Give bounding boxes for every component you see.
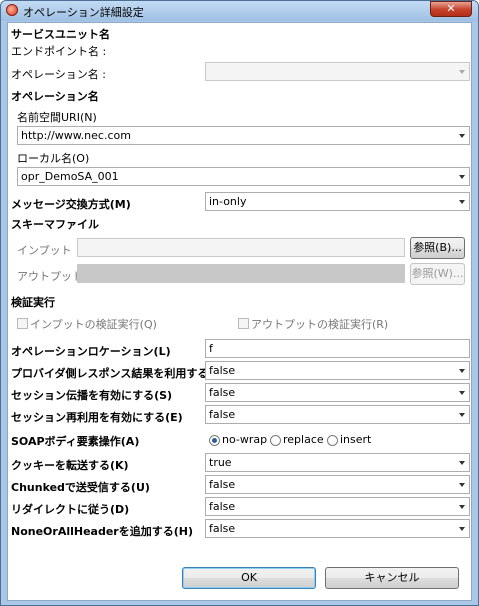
local-name-value: opr_DemoSA_001 [21,170,119,183]
session-propagation-label: セッション伝播を有効にする(S) [11,389,173,402]
session-reuse-label: セッション再利用を有効にする(E) [11,411,183,424]
schema-heading: スキーマファイル [11,218,99,231]
soap-radio-insert[interactable] [327,435,338,446]
local-name-combo[interactable]: opr_DemoSA_001 [17,167,470,186]
dialog-body: サービスユニット名 エンドポイント名 : オペレーション名 : オペレーション名… [7,22,472,601]
ok-button[interactable]: OK [182,567,316,589]
soap-radio-replace[interactable] [270,435,281,446]
session-propagation-value: false [209,386,236,399]
soap-option-no-wrap: no-wrap [222,433,268,446]
endpoint-label: エンドポイント名 : [11,45,107,58]
local-name-label: ローカル名(O) [17,152,90,165]
namespace-value: http://www.nec.com [21,129,131,142]
namespace-label: 名前空間URI(N) [17,111,97,124]
title-bar[interactable]: オペレーション詳細設定 ✕ [1,1,478,21]
schema-input-browse-button[interactable]: 参照(B)... [410,237,465,259]
session-reuse-select[interactable]: false [205,405,470,424]
operation-select [205,62,470,81]
chevron-down-icon[interactable] [454,520,469,537]
close-button[interactable]: ✕ [430,1,472,17]
header-select[interactable]: false [205,519,470,538]
session-propagation-select[interactable]: false [205,383,470,402]
cancel-button[interactable]: キャンセル [325,567,459,589]
window-title: オペレーション詳細設定 [23,6,144,19]
chevron-down-icon[interactable] [454,193,469,210]
cookie-select[interactable]: true [205,453,470,472]
cookie-label: クッキーを転送する(K) [11,459,129,472]
chevron-down-icon[interactable] [454,454,469,471]
message-exchange-label: メッセージ交換方式(M) [11,198,131,211]
chevron-down-icon[interactable] [454,168,469,185]
chevron-down-icon[interactable] [454,127,469,144]
provider-response-select[interactable]: false [205,361,470,380]
chevron-down-icon [454,63,469,80]
service-unit-heading: サービスユニット名 [11,28,110,41]
session-reuse-value: false [209,408,236,421]
message-exchange-select[interactable]: in-only [205,192,470,211]
location-input[interactable]: f [205,339,470,358]
message-exchange-value: in-only [209,195,247,208]
soap-body-label: SOAPボディ要素操作(A) [11,435,140,448]
chunked-label: Chunkedで送受信する(U) [11,481,150,494]
input-validation-checkbox[interactable] [17,318,28,329]
chevron-down-icon[interactable] [454,476,469,493]
schema-output-browse-button: 参照(W)... [410,263,465,285]
provider-response-value: false [209,364,236,377]
header-value: false [209,522,236,535]
chunked-value: false [209,478,236,491]
cookie-value: true [209,456,232,469]
chevron-down-icon[interactable] [454,384,469,401]
namespace-combo[interactable]: http://www.nec.com [17,126,470,145]
chunked-select[interactable]: false [205,475,470,494]
redirect-select[interactable]: false [205,497,470,516]
operation-name-heading: オペレーション名 [11,90,99,103]
output-validation-checkbox [238,318,249,329]
validation-heading: 検証実行 [11,296,55,309]
input-validation-label: インプットの検証実行(Q) [30,318,157,331]
header-label: NoneOrAllHeaderを追加する(H) [11,525,193,538]
output-validation-label: アウトプットの検証実行(R) [251,318,389,331]
app-icon [6,4,18,16]
redirect-value: false [209,500,236,513]
provider-response-label: プロバイダ側レスポンス結果を利用する(P) [11,367,227,380]
location-label: オペレーションロケーション(L) [11,345,171,358]
schema-input-label: インプット [17,244,72,257]
chevron-down-icon[interactable] [454,406,469,423]
soap-radio-no-wrap[interactable] [209,435,220,446]
dialog-window: オペレーション詳細設定 ✕ サービスユニット名 エンドポイント名 : オペレーシ… [0,0,479,606]
soap-option-replace: replace [283,433,324,446]
chevron-down-icon[interactable] [454,498,469,515]
schema-output-field [77,264,405,283]
chevron-down-icon[interactable] [454,362,469,379]
schema-output-label: アウトプット [17,270,83,283]
operation-label: オペレーション名 : [11,68,106,81]
soap-option-insert: insert [340,433,372,446]
redirect-label: リダイレクトに従う(D) [11,503,130,516]
schema-input-field[interactable] [77,238,405,257]
